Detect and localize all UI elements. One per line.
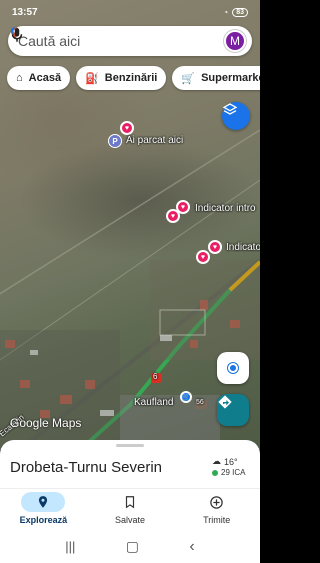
map-canvas[interactable]: 13:57 ◔ 83 Caută aici M ⌂ Acasă ⛽ Benzin… <box>0 0 260 450</box>
system-navigation-bar: ||| ▢ ‹ <box>0 530 260 563</box>
indicator-label[interactable]: Indicator intro <box>195 203 256 214</box>
cart-icon: 🛒 <box>181 72 196 85</box>
my-location-button[interactable] <box>217 352 249 384</box>
bookmark-icon <box>108 492 152 512</box>
nav-contribute[interactable]: Trimite <box>173 489 260 530</box>
saved-place-heart-icon[interactable]: ♥ <box>196 250 210 264</box>
location-dot-icon <box>228 363 238 373</box>
recents-icon[interactable]: ||| <box>65 539 75 554</box>
weather-widget[interactable]: ☁ 16° 29 ICA <box>212 456 252 477</box>
place-title: Drobeta-Turnu Severin <box>10 459 163 476</box>
bottom-navigation: Explorează Salvate Trimite <box>0 488 260 530</box>
nav-label: Trimite <box>203 515 231 525</box>
search-input[interactable]: Caută aici <box>18 33 224 49</box>
nav-label: Explorează <box>19 515 68 525</box>
saved-place-heart-icon[interactable]: ♥ <box>166 209 180 223</box>
gas-station-icon: ⛽ <box>85 72 99 85</box>
status-bar: 13:57 ◔ 83 <box>0 0 260 24</box>
layers-icon <box>222 103 238 115</box>
chip-home[interactable]: ⌂ Acasă <box>7 66 71 90</box>
battery-indicator: 83 <box>232 7 248 17</box>
cloud-icon: ☁ <box>212 456 221 466</box>
chip-supermarkets[interactable]: 🛒 Supermarketuri <box>172 66 260 90</box>
layers-button[interactable] <box>222 102 250 130</box>
nav-explore[interactable]: Explorează <box>0 489 87 530</box>
maps-screen: 13:57 ◔ 83 Caută aici M ⌂ Acasă ⛽ Benzin… <box>0 0 260 563</box>
chip-gas-stations[interactable]: ⛽ Benzinării <box>76 66 167 90</box>
temperature: 16° <box>224 456 238 467</box>
indicator-label[interactable]: Indicato <box>226 242 260 253</box>
sheet-drag-handle[interactable] <box>116 444 144 447</box>
kaufland-label[interactable]: Kaufland <box>134 397 173 408</box>
microphone-icon[interactable] <box>8 26 26 44</box>
road-number: 6 <box>153 372 158 381</box>
bottom-sheet[interactable]: Drobeta-Turnu Severin ☁ 16° 29 ICA <box>0 440 260 488</box>
parking-icon[interactable]: P <box>108 134 122 148</box>
air-quality: 29 ICA <box>221 468 246 477</box>
status-icons: ◔ 83 <box>223 7 248 17</box>
back-icon[interactable]: ‹ <box>189 538 194 556</box>
parked-label[interactable]: Ai parcat aici <box>126 135 183 146</box>
category-chips: ⌂ Acasă ⛽ Benzinării 🛒 Supermarketuri <box>7 66 260 90</box>
home-icon: ⌂ <box>16 72 23 84</box>
status-time: 13:57 <box>12 6 38 18</box>
search-bar[interactable]: Caută aici M <box>8 26 252 56</box>
chip-label: Benzinării <box>104 72 158 84</box>
add-circle-icon <box>195 492 239 512</box>
google-maps-logo: Google Maps <box>10 416 82 430</box>
shopping-cart-icon[interactable]: 🛒 <box>180 391 192 403</box>
road-number: 56 <box>196 399 204 406</box>
chip-label: Supermarketuri <box>201 72 260 84</box>
wifi-icon: ◔ <box>223 7 229 17</box>
chip-label: Acasă <box>28 72 62 84</box>
explore-pin-icon <box>21 492 66 512</box>
directions-button[interactable] <box>217 394 249 426</box>
home-button-icon[interactable]: ▢ <box>126 538 139 555</box>
nav-label: Salvate <box>114 515 146 525</box>
saved-place-heart-icon[interactable]: ♥ <box>120 121 134 135</box>
air-quality-dot-icon <box>212 469 218 476</box>
account-avatar[interactable]: M <box>224 30 246 52</box>
saved-place-heart-icon[interactable]: ♥ <box>208 240 222 254</box>
directions-icon <box>218 395 232 409</box>
nav-saved[interactable]: Salvate <box>87 489 174 530</box>
